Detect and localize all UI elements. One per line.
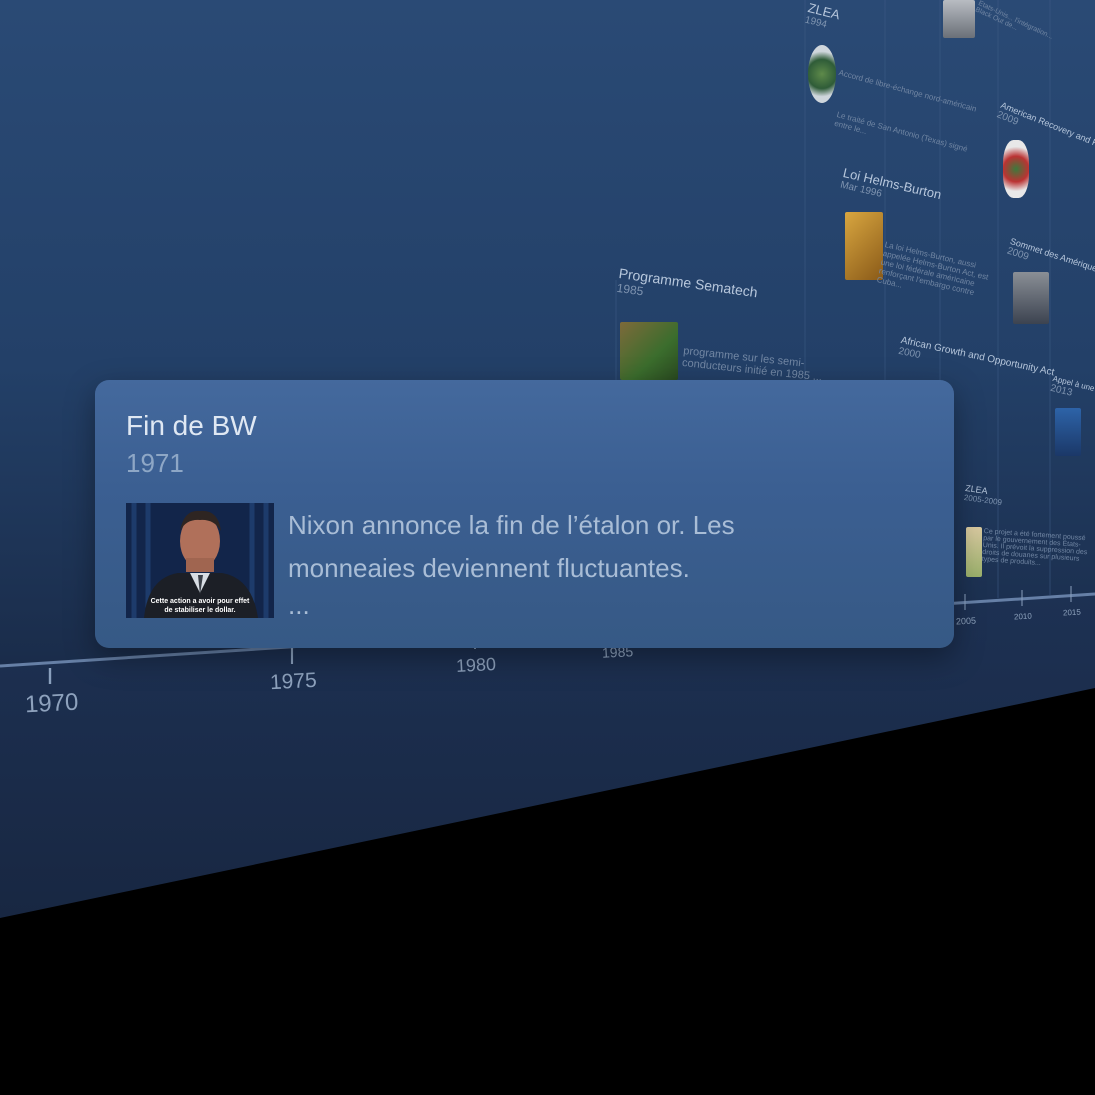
year-label-2015: 2015 (1062, 607, 1081, 618)
map-thumbnail (966, 527, 982, 577)
year-label-1975: 1975 (269, 668, 318, 695)
year-label-2010: 2010 (1013, 611, 1032, 622)
card-more-ellipsis[interactable]: ... (288, 590, 310, 621)
semiconductor-thumbnail (620, 322, 678, 380)
year-label-2005: 2005 (955, 615, 976, 627)
card-description: Nixon annonce la fin de l’étalon or. Les… (288, 510, 735, 583)
event-zlea-2005-text: Ce projet a été fortement poussé par le … (981, 528, 1088, 568)
svg-text:Cette action a avoir pour effe: Cette action a avoir pour effet (151, 598, 250, 605)
seal-thumbnail (1003, 140, 1029, 198)
card-title: Fin de BW (126, 410, 257, 441)
building-thumbnail (1055, 408, 1081, 456)
event-detail-card[interactable]: Fin de BW 1971 Cette action a avoir pour… (95, 380, 954, 648)
year-label-1980: 1980 (455, 653, 497, 677)
nixon-video-thumbnail[interactable]: Cette action a avoir pour effet de stabi… (126, 503, 274, 618)
north-america-thumbnail (808, 45, 836, 103)
svg-text:de stabiliser le dollar.: de stabiliser le dollar. (164, 607, 235, 614)
year-label-1970: 1970 (24, 688, 79, 719)
nixon-image: Cette action a avoir pour effet de stabi… (126, 503, 274, 618)
top-right-thumbnail (943, 0, 975, 38)
card-year: 1971 (126, 448, 184, 478)
summit-thumbnail (1013, 272, 1049, 324)
gavel-thumbnail (845, 212, 883, 280)
